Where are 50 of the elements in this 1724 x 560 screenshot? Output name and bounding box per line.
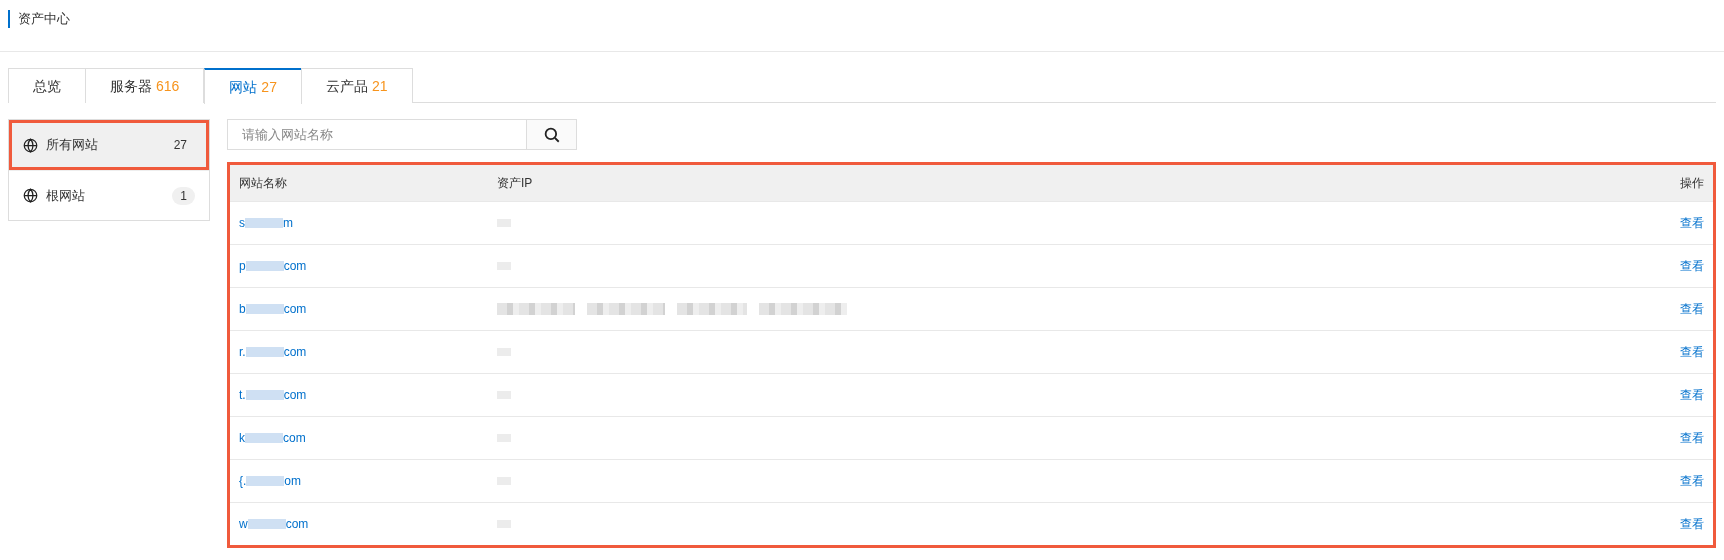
column-header: 资产IP (497, 175, 534, 192)
redaction-block (247, 519, 286, 529)
website-link[interactable]: com (283, 343, 307, 361)
view-link[interactable]: 查看 (1680, 257, 1704, 275)
search-button[interactable] (527, 119, 577, 150)
redaction-block (245, 304, 284, 314)
tab[interactable]: 总览 (8, 68, 86, 103)
tab[interactable]: 服务器 616 (85, 68, 205, 103)
website-link[interactable]: r. (239, 343, 246, 361)
view-link[interactable]: 查看 (1680, 214, 1704, 232)
globe-icon (23, 188, 38, 203)
website-link[interactable]: {. (239, 472, 247, 490)
column-header: 网站名称 (239, 175, 288, 192)
website-link[interactable]: com (283, 257, 307, 275)
count-badge: 1 (172, 186, 195, 205)
sidebar-item[interactable]: 所有网站 27 (9, 120, 209, 170)
tab[interactable]: 网站 27 (204, 68, 302, 104)
website-link[interactable]: com (285, 515, 309, 533)
search-field[interactable]: 请输入网站名称 (227, 119, 527, 150)
website-link[interactable]: s (239, 214, 245, 232)
page-title: 资产中心 (8, 10, 1724, 28)
website-link[interactable]: b (239, 300, 246, 318)
tab[interactable]: 云产品 21 (300, 68, 413, 103)
redaction-block (677, 303, 747, 315)
website-link[interactable]: p (239, 257, 246, 275)
column-header: 操作 (1680, 175, 1704, 192)
view-link[interactable]: 查看 (1680, 386, 1704, 404)
redaction-block (246, 476, 285, 486)
view-link[interactable]: 查看 (1680, 343, 1704, 361)
view-link[interactable]: 查看 (1680, 472, 1704, 490)
website-link[interactable]: k (239, 429, 245, 447)
website-link[interactable]: om (284, 472, 301, 490)
redaction-block (245, 433, 283, 443)
redaction-block (245, 347, 284, 357)
sidebar-item-label: 根网站 (46, 186, 86, 205)
view-link[interactable]: 查看 (1680, 429, 1704, 447)
website-link[interactable]: com (283, 300, 307, 318)
redaction-block (245, 261, 284, 271)
website-link[interactable]: com (283, 429, 306, 447)
sidebar-item-label: 所有网站 (46, 136, 99, 155)
view-link[interactable]: 查看 (1680, 300, 1704, 318)
redaction-block (245, 218, 283, 228)
website-link[interactable]: m (283, 214, 293, 232)
website-link[interactable]: com (283, 386, 307, 404)
search-icon (542, 125, 561, 144)
globe-icon (23, 137, 38, 153)
view-link[interactable]: 查看 (1680, 515, 1704, 533)
website-link[interactable]: w (239, 515, 248, 533)
website-link[interactable]: t. (239, 386, 246, 404)
redaction-block (245, 390, 284, 400)
